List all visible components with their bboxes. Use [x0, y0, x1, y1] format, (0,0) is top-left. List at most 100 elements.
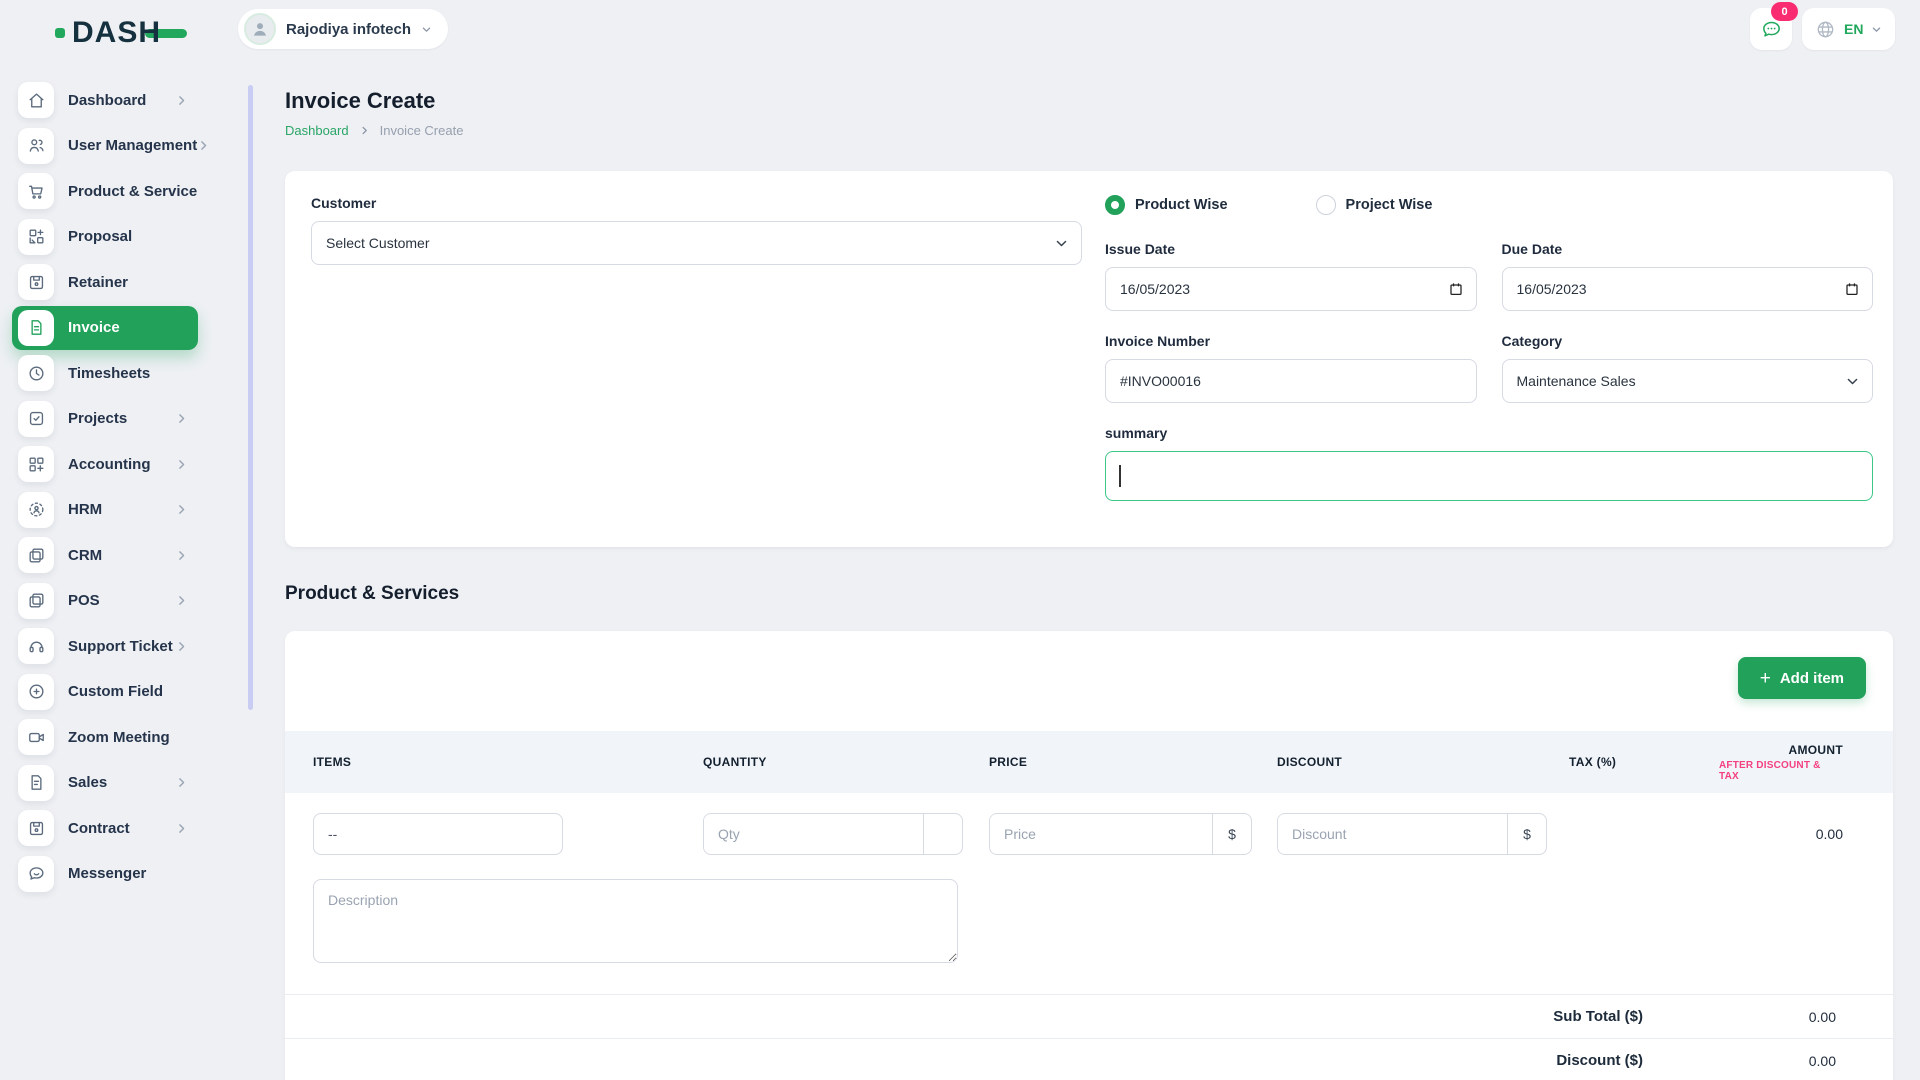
sidebar-item-label: Projects: [68, 410, 127, 427]
qr-icon: [18, 219, 54, 255]
discount-total-label: Discount ($): [1556, 1052, 1643, 1069]
chat-badge: 0: [1771, 2, 1798, 21]
summary-field-group: summary: [1105, 425, 1873, 501]
sidebar-item-messenger[interactable]: Messenger: [12, 852, 198, 896]
col-header-tax: TAX (%): [1569, 755, 1719, 769]
chat-button[interactable]: 0: [1750, 8, 1792, 50]
sidebar-item-label: CRM: [68, 547, 102, 564]
discount-input[interactable]: [1278, 814, 1507, 854]
quantity-input[interactable]: [704, 814, 923, 854]
customer-select-value: Select Customer: [326, 235, 429, 251]
sidebar-item-label: Timesheets: [68, 365, 150, 382]
breadcrumb: Dashboard Invoice Create: [285, 123, 1893, 138]
quantity-input-group: [703, 813, 963, 855]
plus-icon: +: [1760, 669, 1771, 688]
person-icon: [250, 19, 270, 39]
clock-icon: [18, 355, 54, 391]
doc-icon: [18, 765, 54, 801]
save-icon: [18, 264, 54, 300]
due-date-label: Due Date: [1502, 241, 1874, 257]
invoice-type-radios: Product Wise Project Wise: [1105, 195, 1873, 215]
item-select[interactable]: --: [313, 813, 563, 855]
sidebar-item-zoom-meeting[interactable]: Zoom Meeting: [12, 715, 198, 759]
chevron-right-icon: [175, 640, 188, 653]
issue-date-input[interactable]: 16/05/2023: [1105, 267, 1477, 311]
sidebar-item-label: Messenger: [68, 865, 146, 882]
sidebar-item-pos[interactable]: POS: [12, 579, 198, 623]
invoice-details-card: Customer Select Customer Product Wise: [285, 171, 1893, 547]
sidebar-item-label: HRM: [68, 501, 102, 518]
item-row: -- $: [285, 793, 1893, 855]
row-amount: 0.00: [1719, 813, 1865, 855]
issue-date-field-group: Issue Date 16/05/2023: [1105, 241, 1477, 311]
sidebar-item-label: Product & Service: [68, 183, 197, 200]
cards-icon: [18, 537, 54, 573]
discount-total-row: Discount ($) 0.00: [285, 1038, 1893, 1080]
amount-header-title: AMOUNT: [1789, 743, 1843, 757]
breadcrumb-dashboard-link[interactable]: Dashboard: [285, 123, 349, 138]
language-selector[interactable]: EN: [1802, 8, 1895, 50]
description-textarea[interactable]: [313, 879, 958, 963]
language-code: EN: [1844, 21, 1863, 37]
summary-textarea[interactable]: [1105, 451, 1873, 501]
sidebar-item-support-ticket[interactable]: Support Ticket: [12, 624, 198, 668]
text-caret: [1119, 465, 1121, 487]
calendar-icon[interactable]: [1448, 281, 1464, 297]
sidebar-item-label: Sales: [68, 774, 107, 791]
chevron-right-icon: [175, 458, 188, 471]
sidebar-item-invoice[interactable]: Invoice: [12, 306, 198, 350]
chevron-down-icon: [421, 24, 432, 35]
sidebar-item-proposal[interactable]: Proposal: [12, 215, 198, 259]
col-header-amount: AMOUNT AFTER DISCOUNT & TAX: [1719, 743, 1865, 782]
sidebar-item-label: Invoice: [68, 319, 120, 336]
discount-input-group: $: [1277, 813, 1547, 855]
company-name: Rajodiya infotech: [286, 21, 411, 38]
invoice-number-field-group: Invoice Number: [1105, 333, 1477, 403]
discount-total-value: 0.00: [1643, 1053, 1836, 1069]
users-icon: [18, 128, 54, 164]
invoice-number-input[interactable]: [1120, 373, 1462, 389]
sidebar-item-product-service[interactable]: Product & Service: [12, 169, 198, 213]
category-label: Category: [1502, 333, 1874, 349]
subtotal-value: 0.00: [1643, 1009, 1836, 1025]
breadcrumb-chevron-icon: [359, 125, 370, 136]
customer-column: Customer Select Customer: [311, 195, 1082, 501]
calendar-icon[interactable]: [1844, 281, 1860, 297]
hrm-icon: [18, 492, 54, 528]
add-item-button[interactable]: + Add item: [1738, 657, 1866, 699]
customer-select[interactable]: Select Customer: [311, 221, 1082, 265]
sidebar-item-label: Accounting: [68, 456, 151, 473]
project-wise-radio[interactable]: Project Wise: [1316, 195, 1433, 215]
quantity-addon: [923, 814, 962, 854]
sidebar-item-projects[interactable]: Projects: [12, 397, 198, 441]
sidebar-item-accounting[interactable]: Accounting: [12, 442, 198, 486]
breadcrumb-current: Invoice Create: [380, 123, 464, 138]
products-section-heading: Product & Services: [285, 583, 1893, 605]
product-wise-radio[interactable]: Product Wise: [1105, 195, 1228, 215]
add-item-row: + Add item: [285, 657, 1893, 699]
sidebar-item-dashboard[interactable]: Dashboard: [12, 78, 198, 122]
sidebar-item-label: User Management: [68, 137, 197, 154]
company-selector[interactable]: Rajodiya infotech: [238, 9, 448, 49]
summary-label: summary: [1105, 425, 1873, 441]
price-input[interactable]: [990, 814, 1212, 854]
sidebar-scrollbar[interactable]: [248, 85, 253, 710]
sidebar-item-timesheets[interactable]: Timesheets: [12, 351, 198, 395]
issue-date-label: Issue Date: [1105, 241, 1477, 257]
product-wise-label: Product Wise: [1135, 197, 1228, 213]
category-select[interactable]: Maintenance Sales: [1502, 359, 1874, 403]
sidebar-item-user-management[interactable]: User Management: [12, 124, 198, 168]
sidebar-item-crm[interactable]: CRM: [12, 533, 198, 577]
sidebar-item-retainer[interactable]: Retainer: [12, 260, 198, 304]
sidebar-item-sales[interactable]: Sales: [12, 761, 198, 805]
plus-circle-icon: [18, 674, 54, 710]
save-icon: [18, 810, 54, 846]
due-date-field-group: Due Date 16/05/2023: [1502, 241, 1874, 311]
sidebar-item-hrm[interactable]: HRM: [12, 488, 198, 532]
chevron-right-icon: [175, 549, 188, 562]
invoice-number-label: Invoice Number: [1105, 333, 1477, 349]
sidebar-item-custom-field[interactable]: Custom Field: [12, 670, 198, 714]
due-date-input[interactable]: 16/05/2023: [1502, 267, 1874, 311]
project-wise-label: Project Wise: [1346, 197, 1433, 213]
sidebar-item-contract[interactable]: Contract: [12, 806, 198, 850]
